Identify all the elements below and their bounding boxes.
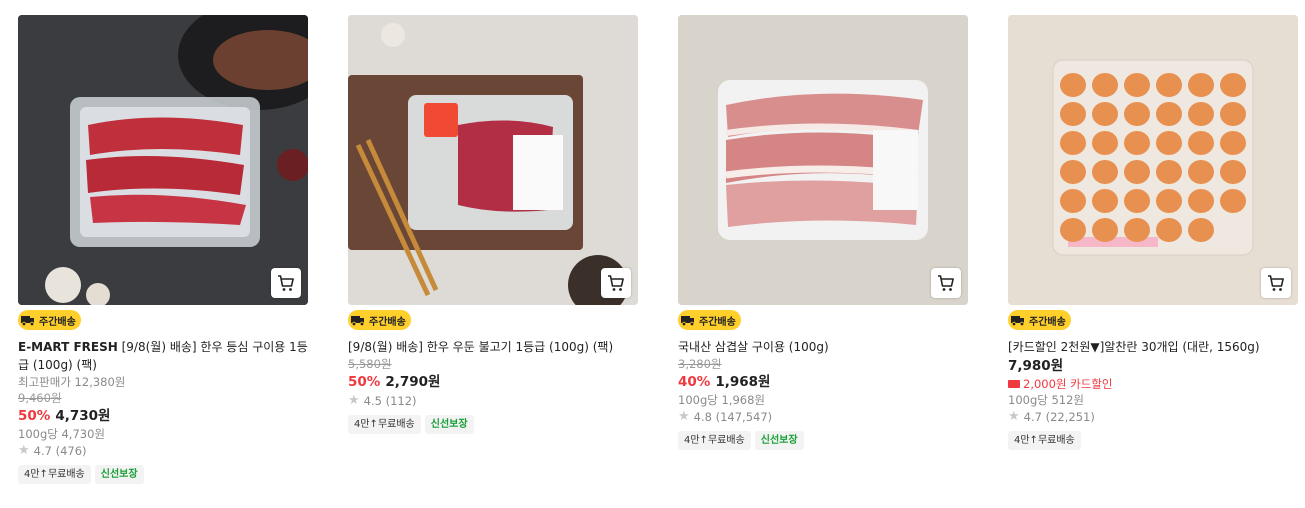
unit-price: 100g당 512원 — [1008, 393, 1085, 407]
rating: ★ 4.7 (476) — [18, 442, 308, 460]
tag-list: 4만↑무료배송 신선보장 — [348, 415, 638, 434]
badge-label: 주간배송 — [699, 316, 736, 328]
truck-icon — [351, 316, 365, 327]
price-row: 50% 2,790원 — [348, 372, 638, 392]
product-title[interactable]: [9/8(월) 배송] 한우 우둔 불고기 1등급 (100g) (팩) — [348, 338, 638, 356]
tag-list: 4만↑무료배송 신선보장 — [678, 431, 968, 450]
product-card[interactable]: 주간배송 [9/8(월) 배송] 한우 우둔 불고기 1등급 (100g) (팩… — [348, 15, 638, 434]
product-grid: 주간배송 E-MART FRESH [9/8(월) 배송] 한우 등심 구이용 … — [0, 0, 1305, 508]
review-count: (476) — [55, 444, 87, 458]
product-title[interactable]: 국내산 삼겹살 구이용 (100g) — [678, 338, 968, 356]
beef-bulgogi-image — [348, 15, 638, 305]
unit-price: 100g당 4,730원 — [18, 427, 105, 441]
tag-list: 4만↑무료배송 신선보장 — [18, 465, 308, 484]
sale-price: 4,730원 — [55, 408, 111, 424]
weekly-delivery-badge: 주간배송 — [18, 310, 81, 330]
freshness-guarantee-tag: 신선보장 — [94, 465, 144, 484]
add-to-cart-button[interactable] — [1261, 268, 1291, 298]
product-card[interactable]: 주간배송 E-MART FRESH [9/8(월) 배송] 한우 등심 구이용 … — [18, 15, 308, 484]
eggs-image — [1008, 15, 1298, 305]
credit-card-icon — [1008, 380, 1020, 388]
rating: ★ 4.8 (147,547) — [678, 408, 968, 426]
original-price: 5,580원 — [348, 357, 392, 371]
add-to-cart-button[interactable] — [601, 268, 631, 298]
rating: ★ 4.7 (22,251) — [1008, 408, 1298, 426]
original-price: 3,280원 — [678, 357, 722, 371]
add-to-cart-button[interactable] — [931, 268, 961, 298]
rating-score: 4.7 — [33, 444, 52, 458]
tag-list: 4만↑무료배송 — [1008, 431, 1298, 450]
review-count: (147,547) — [715, 410, 773, 424]
review-count: (22,251) — [1045, 410, 1095, 424]
cart-icon — [278, 275, 294, 291]
original-price: 9,460원 — [18, 391, 62, 405]
free-shipping-tag: 4만↑무료배송 — [18, 465, 91, 484]
weekly-delivery-badge: 주간배송 — [348, 310, 411, 330]
free-shipping-tag: 4만↑무료배송 — [1008, 431, 1081, 450]
truck-icon — [1011, 316, 1025, 327]
star-icon: ★ — [18, 443, 30, 458]
star-icon: ★ — [1008, 409, 1020, 424]
rating-score: 4.5 — [363, 394, 382, 408]
truck-icon — [681, 316, 695, 327]
product-title[interactable]: E-MART FRESH [9/8(월) 배송] 한우 등심 구이용 1등급 (… — [18, 338, 308, 374]
pork-belly-image — [678, 15, 968, 305]
cart-icon — [608, 275, 624, 291]
sale-price: 2,790원 — [385, 374, 441, 390]
add-to-cart-button[interactable] — [271, 268, 301, 298]
product-card[interactable]: 주간배송 [카드할인 2천원▼]알찬란 30개입 (대란, 1560g) 7,9… — [1008, 15, 1298, 450]
price-row: 7,980원 — [1008, 356, 1298, 376]
freshness-guarantee-tag: 신선보장 — [424, 415, 474, 434]
cart-icon — [1268, 275, 1284, 291]
badge-label: 주간배송 — [39, 316, 76, 328]
free-shipping-tag: 4만↑무료배송 — [348, 415, 421, 434]
badge-label: 주간배송 — [1029, 316, 1066, 328]
star-icon: ★ — [348, 393, 360, 408]
weekly-delivery-badge: 주간배송 — [678, 310, 741, 330]
truck-icon — [21, 316, 35, 327]
discount-rate: 40% — [678, 374, 711, 390]
sale-price: 1,968원 — [715, 374, 771, 390]
price-row: 40% 1,968원 — [678, 372, 968, 392]
sale-price: 7,980원 — [1008, 358, 1064, 374]
review-count: (112) — [385, 394, 417, 408]
product-image[interactable] — [348, 15, 638, 305]
freshness-guarantee-tag: 신선보장 — [754, 431, 804, 450]
beef-sirloin-image — [18, 15, 308, 305]
weekly-delivery-badge: 주간배송 — [1008, 310, 1071, 330]
badge-label: 주간배송 — [369, 316, 406, 328]
discount-rate: 50% — [348, 374, 381, 390]
product-card[interactable]: 주간배송 국내산 삼겹살 구이용 (100g) 3,280원 40% 1,968원… — [678, 15, 968, 450]
cart-icon — [938, 275, 954, 291]
product-image[interactable] — [678, 15, 968, 305]
price-row: 50% 4,730원 — [18, 406, 308, 426]
rating: ★ 4.5 (112) — [348, 392, 638, 410]
discount-rate: 50% — [18, 408, 51, 424]
brand-name: E-MART FRESH — [18, 340, 118, 354]
card-discount-label: 2,000원 카드할인 — [1023, 377, 1113, 391]
product-image[interactable] — [18, 15, 308, 305]
unit-price: 100g당 1,968원 — [678, 393, 765, 407]
max-price-label: 최고판매가 12,380원 — [18, 375, 126, 389]
free-shipping-tag: 4만↑무료배송 — [678, 431, 751, 450]
product-title[interactable]: [카드할인 2천원▼]알찬란 30개입 (대란, 1560g) — [1008, 338, 1298, 356]
card-discount: 2,000원 카드할인 — [1008, 376, 1298, 392]
rating-score: 4.7 — [1023, 410, 1042, 424]
product-image[interactable] — [1008, 15, 1298, 305]
rating-score: 4.8 — [693, 410, 712, 424]
star-icon: ★ — [678, 409, 690, 424]
